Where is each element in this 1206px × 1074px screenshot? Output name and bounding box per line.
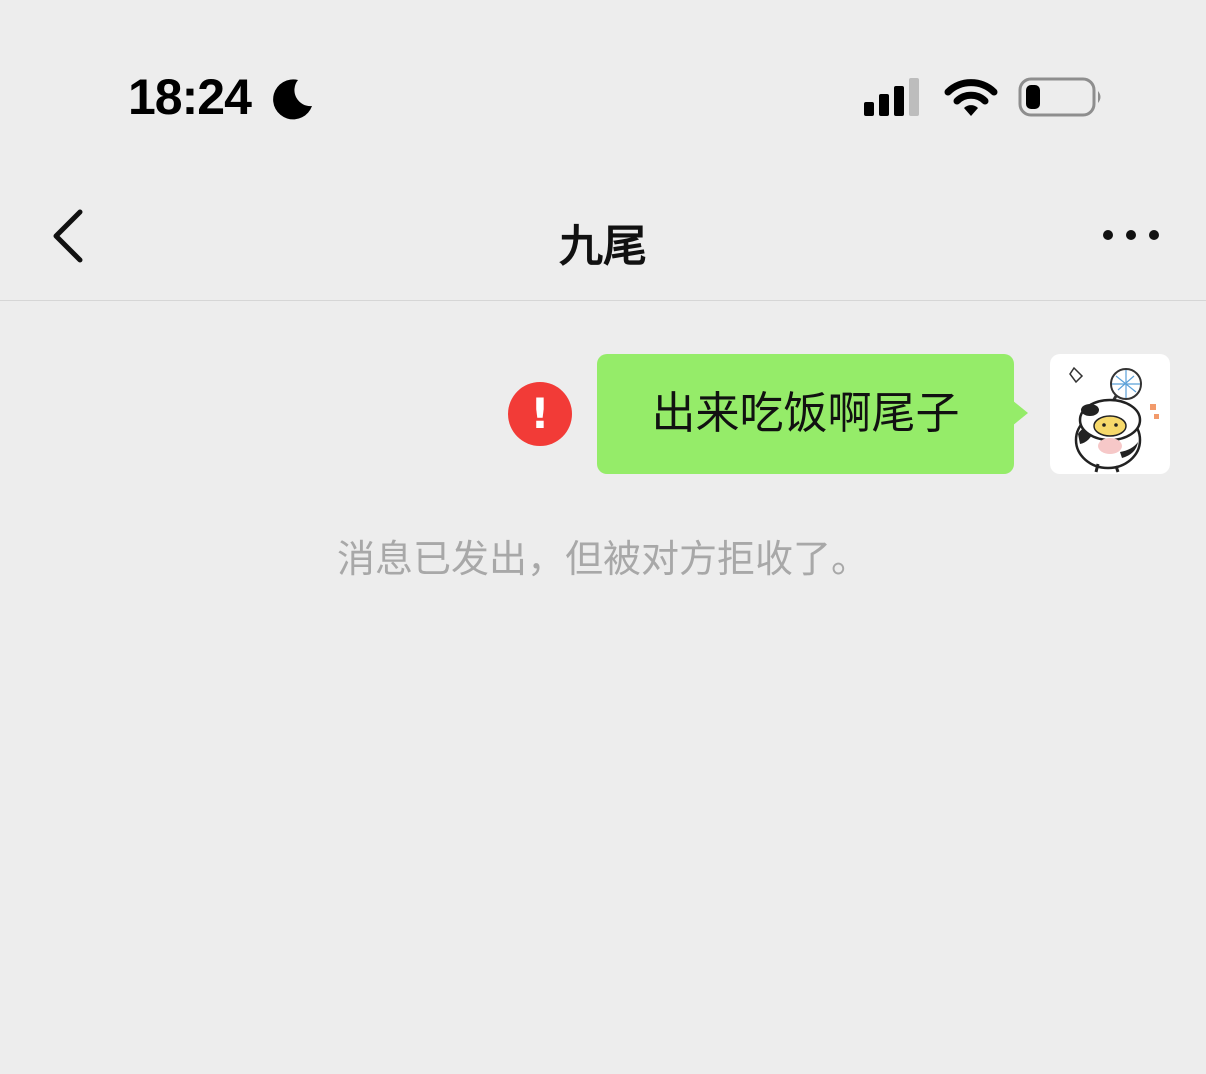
cellular-signal-icon (864, 78, 919, 116)
status-bar: 18:24 (0, 0, 1206, 190)
nav-bar: 九尾 (0, 190, 1206, 301)
system-notice: 消息已发出，但被对方拒收了。 (336, 537, 869, 581)
status-time: 18:24 (128, 69, 252, 125)
send-failed-icon[interactable]: ! (508, 382, 572, 446)
message-row: ! 出来吃饭啊尾子 (0, 354, 1206, 474)
chat-title: 九尾 (559, 221, 647, 272)
wifi-icon (944, 79, 998, 116)
bubble-tail (1012, 400, 1028, 426)
avatar[interactable] (1050, 354, 1170, 474)
message-bubble[interactable]: 出来吃饭啊尾子 (597, 354, 1014, 474)
cartoon-cow-avatar-icon (1069, 366, 1159, 473)
battery-icon (1018, 77, 1101, 117)
moon-icon (273, 79, 312, 120)
more-dots-icon[interactable] (1100, 220, 1164, 250)
